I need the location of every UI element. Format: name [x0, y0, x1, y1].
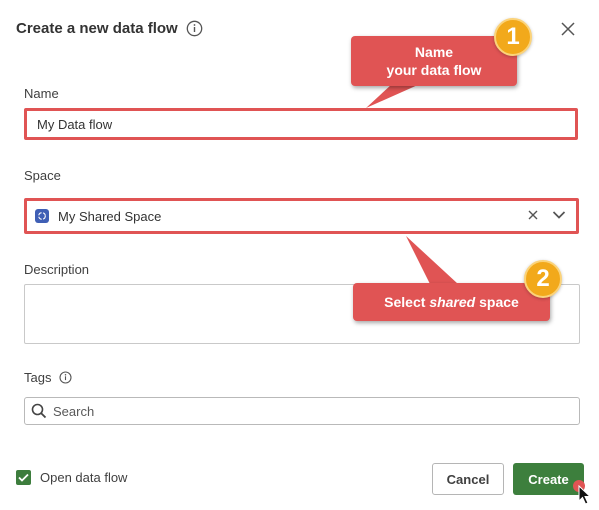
tags-search-input[interactable] — [51, 402, 573, 420]
name-label: Name — [24, 86, 59, 101]
tags-label: Tags — [24, 370, 52, 385]
cancel-button[interactable]: Cancel — [432, 463, 504, 495]
open-data-flow-checkbox[interactable] — [16, 470, 31, 485]
space-label: Space — [24, 168, 61, 183]
clear-icon — [528, 207, 538, 225]
open-data-flow-label: Open data flow — [40, 470, 128, 485]
callout-1-line2: your data flow — [386, 62, 482, 78]
space-value: My Shared Space — [58, 208, 162, 224]
checkmark-icon — [18, 469, 29, 487]
description-label: Description — [24, 262, 90, 277]
space-dropdown-toggle[interactable] — [550, 207, 568, 225]
callout-name-data-flow: Name your data flow — [351, 36, 517, 86]
space-icon — [35, 209, 49, 223]
callout-select-shared-space: Select shared space — [353, 283, 550, 321]
tags-search-box[interactable] — [24, 397, 580, 425]
info-icon[interactable] — [59, 371, 73, 384]
step-badge-1: 1 — [494, 18, 532, 56]
callout-2-suffix: space — [475, 294, 519, 310]
callout-1-line1: Name — [414, 44, 454, 60]
search-icon — [31, 403, 47, 419]
close-icon — [561, 21, 575, 41]
space-select[interactable]: My Shared Space — [24, 198, 579, 234]
callout-2-text: Select shared space — [384, 293, 519, 311]
mouse-pointer-icon — [578, 484, 592, 510]
dialog-title-text: Create a new data flow — [16, 20, 178, 37]
clear-space-button[interactable] — [524, 207, 542, 225]
open-data-flow-option[interactable]: Open data flow — [16, 470, 127, 485]
callout-2-prefix: Select — [384, 294, 430, 310]
tags-label-row: Tags — [24, 370, 73, 385]
name-input[interactable] — [24, 108, 578, 140]
create-button[interactable]: Create — [513, 463, 584, 495]
step-badge-2: 2 — [524, 260, 562, 298]
callout-2-emphasis: shared — [429, 294, 476, 310]
close-button[interactable] — [558, 21, 578, 41]
chevron-down-icon — [552, 207, 566, 225]
dialog-title: Create a new data flow — [16, 20, 203, 37]
info-icon[interactable] — [186, 20, 203, 37]
